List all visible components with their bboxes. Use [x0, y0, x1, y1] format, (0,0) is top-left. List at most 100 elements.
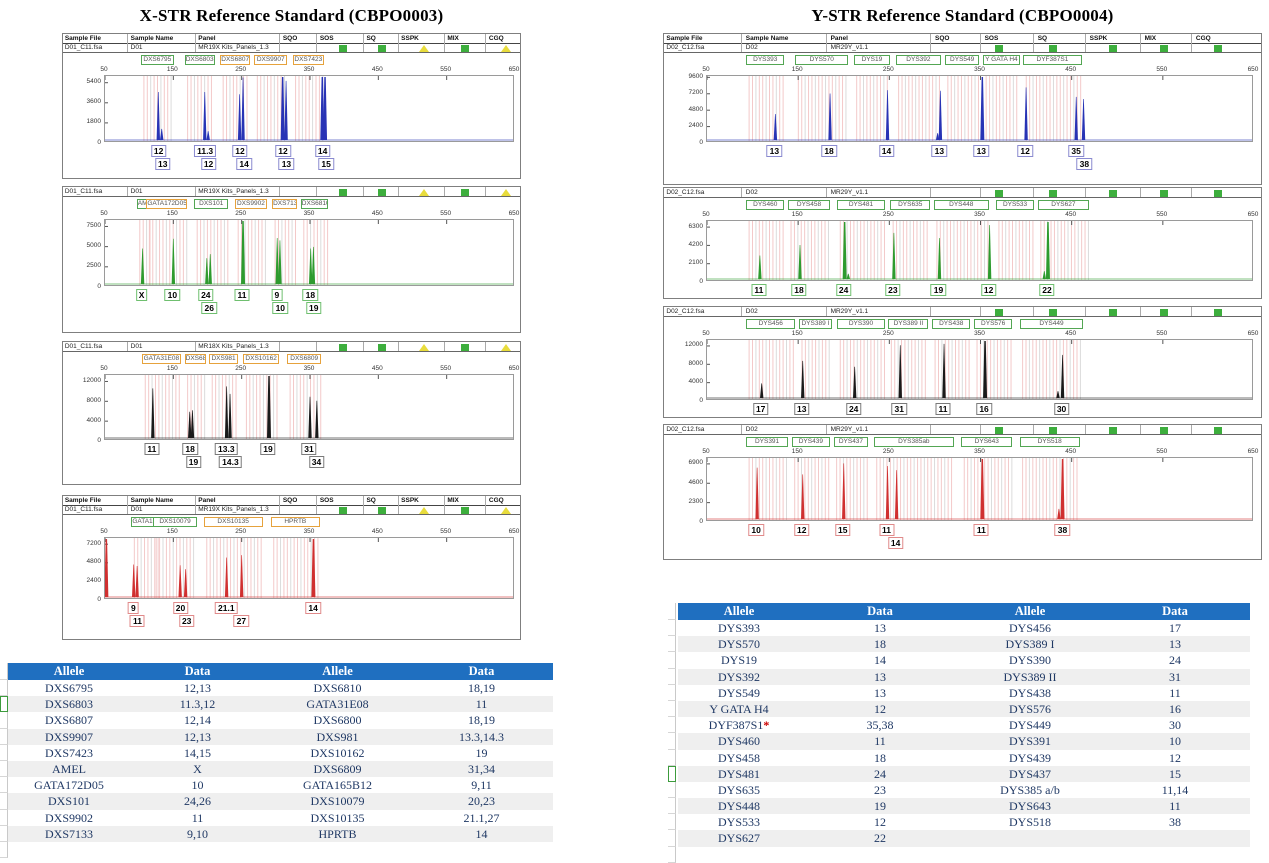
allele-cell[interactable]: DYS458 [678, 750, 800, 766]
data-cell[interactable]: 16 [1100, 701, 1250, 717]
allele-cell[interactable]: DYS389 I [960, 636, 1100, 652]
data-cell[interactable]: 15 [1100, 766, 1250, 782]
data-cell[interactable]: 35,38 [800, 717, 960, 733]
data-cell[interactable]: 12 [1100, 750, 1250, 766]
allele-cell[interactable]: HPRTB [265, 826, 410, 842]
allele-cell[interactable]: DXS10135 [265, 810, 410, 826]
allele-cell[interactable]: DYS448 [678, 798, 800, 814]
data-cell[interactable]: 11 [800, 733, 960, 749]
allele-cell[interactable]: DYS456 [960, 620, 1100, 636]
data-cell[interactable]: 24 [1100, 652, 1250, 668]
data-cell[interactable]: 12 [800, 814, 960, 830]
data-cell[interactable]: 24,26 [130, 793, 265, 809]
data-cell[interactable]: 19 [800, 798, 960, 814]
data-cell[interactable]: 19 [410, 745, 553, 761]
allele-cell[interactable]: DXS101 [8, 793, 130, 809]
data-cell[interactable]: 38 [1100, 814, 1250, 830]
data-cell[interactable]: 18 [800, 636, 960, 652]
allele-cell[interactable]: DXS10079 [265, 793, 410, 809]
allele-cell[interactable]: DXS10162 [265, 745, 410, 761]
allele-cell[interactable]: GATA165B12 [265, 777, 410, 793]
allele-cell[interactable]: DYS533 [678, 814, 800, 830]
allele-cell[interactable]: DXS7423 [8, 745, 130, 761]
data-cell[interactable]: 23 [800, 782, 960, 798]
allele-cell[interactable]: DYS19 [678, 652, 800, 668]
marker-label-dys570: DYS570 [795, 55, 848, 65]
data-cell[interactable]: 24 [800, 766, 960, 782]
data-cell[interactable]: 31,34 [410, 761, 553, 777]
allele-cell[interactable]: DYS439 [960, 750, 1100, 766]
allele-cell[interactable]: DYS460 [678, 733, 800, 749]
allele-cell[interactable]: DYS570 [678, 636, 800, 652]
allele-cell[interactable] [960, 830, 1100, 846]
allele-cell[interactable]: DYF387S1* [678, 717, 800, 733]
allele-cell[interactable]: GATA172D05 [8, 777, 130, 793]
allele-cell[interactable]: DXS6810 [265, 680, 410, 696]
data-cell[interactable]: 10 [130, 777, 265, 793]
data-cell[interactable]: 10 [1100, 733, 1250, 749]
allele-cell[interactable]: DYS390 [960, 652, 1100, 668]
marker-label-dys392: DYS392 [896, 55, 942, 65]
marker-label-dxs6795: DXS6795 [141, 55, 174, 65]
allele-cell[interactable]: DYS643 [960, 798, 1100, 814]
data-cell[interactable]: 9,10 [130, 826, 265, 842]
data-cell[interactable]: 14,15 [130, 745, 265, 761]
allele-cell[interactable]: DYS449 [960, 717, 1100, 733]
allele-cell[interactable]: DYS481 [678, 766, 800, 782]
data-cell[interactable]: 12,13 [130, 680, 265, 696]
allele-cell[interactable]: GATA31E08 [265, 696, 410, 712]
data-cell[interactable]: 12 [800, 701, 960, 717]
data-cell[interactable]: 18 [800, 750, 960, 766]
allele-cell[interactable]: DYS385 a/b [960, 782, 1100, 798]
data-cell[interactable]: 13 [1100, 636, 1250, 652]
data-cell[interactable]: 18,19 [410, 680, 553, 696]
allele-cell[interactable]: DYS549 [678, 685, 800, 701]
allele-cell[interactable]: DXS6795 [8, 680, 130, 696]
allele-cell[interactable]: AMEL [8, 761, 130, 777]
data-cell[interactable]: 13 [800, 669, 960, 685]
allele-cell[interactable]: DXS6809 [265, 761, 410, 777]
data-cell[interactable]: 11 [130, 810, 265, 826]
data-cell[interactable]: 13 [800, 685, 960, 701]
allele-cell[interactable]: DYS392 [678, 669, 800, 685]
allele-cell[interactable]: DYS576 [960, 701, 1100, 717]
data-cell[interactable]: 22 [800, 830, 960, 846]
allele-cell[interactable]: DXS6807 [8, 712, 130, 728]
data-cell[interactable]: 13.3,14.3 [410, 729, 553, 745]
allele-cell[interactable]: DYS389 II [960, 669, 1100, 685]
allele-cell[interactable]: Y GATA H4 [678, 701, 800, 717]
allele-cell[interactable]: DXS6803 [8, 696, 130, 712]
data-cell[interactable]: 11,14 [1100, 782, 1250, 798]
data-cell[interactable]: 30 [1100, 717, 1250, 733]
data-cell[interactable]: X [130, 761, 265, 777]
allele-cell[interactable]: DXS6800 [265, 712, 410, 728]
allele-cell[interactable]: DXS981 [265, 729, 410, 745]
data-cell[interactable]: 14 [800, 652, 960, 668]
allele-cell[interactable]: DYS627 [678, 830, 800, 846]
allele-cell[interactable]: DYS518 [960, 814, 1100, 830]
allele-cell[interactable]: DXS9907 [8, 729, 130, 745]
allele-cell[interactable]: DXS9902 [8, 810, 130, 826]
quality-flag-warning-icon [419, 45, 429, 52]
data-cell[interactable]: 12,13 [130, 729, 265, 745]
allele-cell[interactable]: DXS7133 [8, 826, 130, 842]
data-cell[interactable]: 11 [410, 696, 553, 712]
allele-cell[interactable]: DYS635 [678, 782, 800, 798]
allele-cell[interactable]: DYS393 [678, 620, 800, 636]
allele-cell[interactable]: DYS437 [960, 766, 1100, 782]
data-cell[interactable]: 21.1,27 [410, 810, 553, 826]
data-cell[interactable]: 13 [800, 620, 960, 636]
data-cell[interactable]: 18,19 [410, 712, 553, 728]
data-cell[interactable]: 20,23 [410, 793, 553, 809]
data-cell[interactable]: 11 [1100, 798, 1250, 814]
data-cell[interactable] [1100, 830, 1250, 846]
data-cell[interactable]: 11 [1100, 685, 1250, 701]
allele-cell[interactable]: DYS438 [960, 685, 1100, 701]
data-cell[interactable]: 14 [410, 826, 553, 842]
data-cell[interactable]: 12,14 [130, 712, 265, 728]
allele-cell[interactable]: DYS391 [960, 733, 1100, 749]
data-cell[interactable]: 9,11 [410, 777, 553, 793]
data-cell[interactable]: 31 [1100, 669, 1250, 685]
data-cell[interactable]: 17 [1100, 620, 1250, 636]
data-cell[interactable]: 11.3,12 [130, 696, 265, 712]
